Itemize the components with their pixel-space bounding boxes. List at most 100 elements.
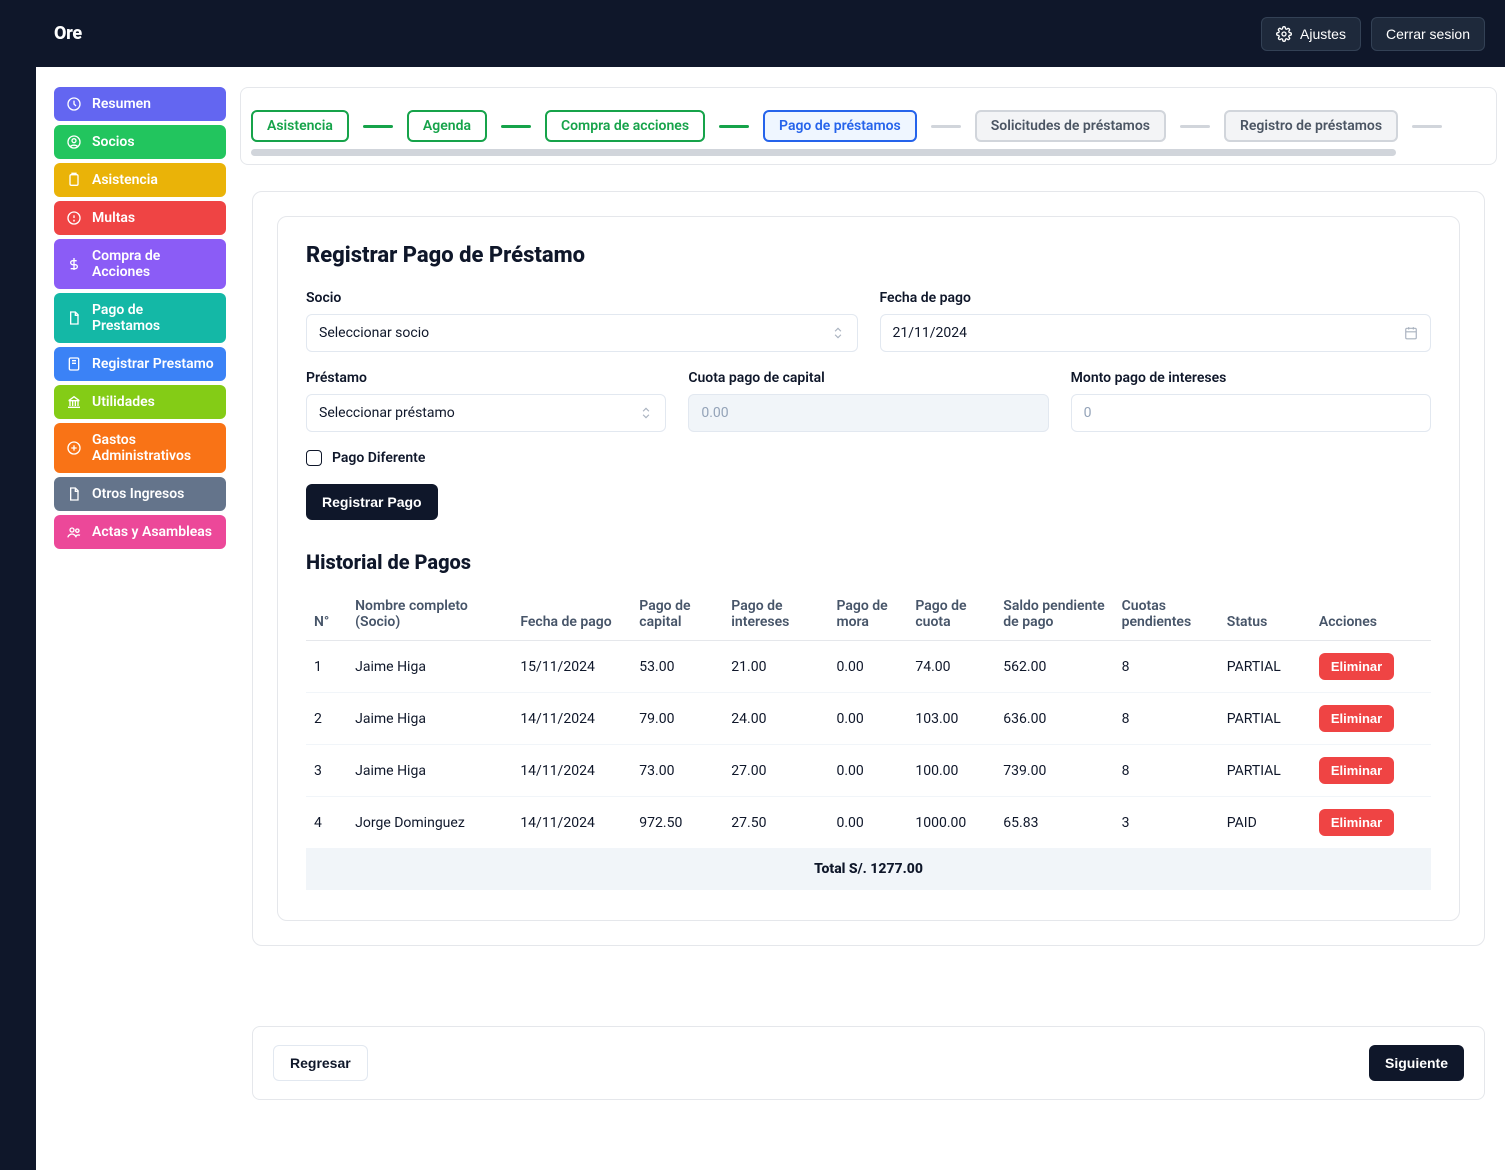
bank-icon xyxy=(66,394,82,410)
sidebar-item-actas-asambleas[interactable]: Actas y Asambleas xyxy=(54,515,226,549)
cell-capital: 73.00 xyxy=(631,745,723,797)
sidebar-item-label: Multas xyxy=(92,210,135,226)
cuota-placeholder: 0.00 xyxy=(701,405,728,421)
cell-mora: 0.00 xyxy=(828,745,907,797)
left-gutter xyxy=(0,0,36,1170)
sidebar-item-label: Pago de Prestamos xyxy=(92,302,214,334)
next-button[interactable]: Siguiente xyxy=(1369,1045,1464,1081)
registrar-pago-button[interactable]: Registrar Pago xyxy=(306,484,438,520)
col-nombre: Nombre completo (Socio) xyxy=(347,588,512,641)
sidebar-item-label: Otros Ingresos xyxy=(92,486,184,502)
stepper-scrollbar[interactable] xyxy=(251,149,1396,156)
sidebar-item-otros-ingresos[interactable]: Otros Ingresos xyxy=(54,477,226,511)
cell-saldo: 739.00 xyxy=(995,745,1113,797)
back-button[interactable]: Regresar xyxy=(273,1045,368,1081)
cell-cuota: 74.00 xyxy=(907,641,995,693)
step-future[interactable]: Solicitudes de préstamos xyxy=(975,110,1166,142)
cell-cuotas: 8 xyxy=(1114,693,1219,745)
prestamo-select[interactable]: Seleccionar préstamo xyxy=(306,394,666,432)
history-table: N° Nombre completo (Socio) Fecha de pago… xyxy=(306,588,1431,890)
cell-fecha: 14/11/2024 xyxy=(512,745,631,797)
col-mora: Pago de mora xyxy=(828,588,907,641)
cell-nombre: Jorge Dominguez xyxy=(347,797,512,849)
document-icon xyxy=(66,310,82,326)
dashboard-icon xyxy=(66,96,82,112)
cell-cuotas: 8 xyxy=(1114,641,1219,693)
sidebar-item-label: Socios xyxy=(92,134,135,150)
step-active[interactable]: Pago de préstamos xyxy=(763,110,917,142)
cell-nombre: Jaime Higa xyxy=(347,745,512,797)
sidebar-item-asistencia[interactable]: Asistencia xyxy=(54,163,226,197)
cell-fecha: 15/11/2024 xyxy=(512,641,631,693)
step-done[interactable]: Agenda xyxy=(407,110,487,142)
cell-cuota: 103.00 xyxy=(907,693,995,745)
alert-icon xyxy=(66,210,82,226)
delete-button[interactable]: Eliminar xyxy=(1319,653,1394,680)
sidebar-item-label: Gastos Administrativos xyxy=(92,432,214,464)
sidebar-item-multas[interactable]: Multas xyxy=(54,201,226,235)
delete-button[interactable]: Eliminar xyxy=(1319,705,1394,732)
sidebar-item-gastos-admin[interactable]: Gastos Administrativos xyxy=(54,423,226,473)
sidebar-item-registrar-prestamo[interactable]: Registrar Prestamo xyxy=(54,347,226,381)
stepper-connector xyxy=(1412,125,1442,128)
cell-fecha: 14/11/2024 xyxy=(512,797,631,849)
chevrons-up-down-icon xyxy=(831,326,845,340)
pago-diferente-label: Pago Diferente xyxy=(332,450,425,466)
interes-input[interactable]: 0 xyxy=(1071,394,1431,432)
sidebar-item-utilidades[interactable]: Utilidades xyxy=(54,385,226,419)
sidebar-item-resumen[interactable]: Resumen xyxy=(54,87,226,121)
stepper: Asistencia Agenda Compra de acciones Pago d… xyxy=(251,110,1486,142)
cell-actions: Eliminar xyxy=(1311,693,1431,745)
cell-intereses: 21.00 xyxy=(723,641,828,693)
settings-button[interactable]: Ajustes xyxy=(1261,17,1361,51)
sidebar-item-compra-acciones[interactable]: Compra de Acciones xyxy=(54,239,226,289)
socio-select[interactable]: Seleccionar socio xyxy=(306,314,858,352)
col-fecha: Fecha de pago xyxy=(512,588,631,641)
step-future[interactable]: Registro de préstamos xyxy=(1224,110,1398,142)
delete-button[interactable]: Eliminar xyxy=(1319,757,1394,784)
cell-status: PARTIAL xyxy=(1219,641,1311,693)
loan-payment-inner: Registrar Pago de Préstamo Socio Selecci… xyxy=(277,216,1460,921)
cell-mora: 0.00 xyxy=(828,641,907,693)
interes-placeholder: 0 xyxy=(1084,405,1092,421)
gear-icon xyxy=(1276,26,1292,42)
sidebar-item-socios[interactable]: Socios xyxy=(54,125,226,159)
col-capital: Pago de capital xyxy=(631,588,723,641)
stepper-connector xyxy=(363,125,393,128)
step-done[interactable]: Compra de acciones xyxy=(545,110,705,142)
fecha-label: Fecha de pago xyxy=(880,290,1432,306)
cuota-label: Cuota pago de capital xyxy=(688,370,1048,386)
interes-label: Monto pago de intereses xyxy=(1071,370,1431,386)
cell-saldo: 65.83 xyxy=(995,797,1113,849)
col-n: N° xyxy=(306,588,347,641)
pago-diferente-checkbox[interactable] xyxy=(306,450,322,466)
chevrons-up-down-icon xyxy=(639,406,653,420)
col-intereses: Pago de intereses xyxy=(723,588,828,641)
delete-button[interactable]: Eliminar xyxy=(1319,809,1394,836)
step-done[interactable]: Asistencia xyxy=(251,110,349,142)
sidebar-item-label: Utilidades xyxy=(92,394,155,410)
users-icon xyxy=(66,524,82,540)
logout-button-label: Cerrar sesion xyxy=(1386,26,1470,42)
book-icon xyxy=(66,356,82,372)
sidebar-item-pago-prestamos[interactable]: Pago de Prestamos xyxy=(54,293,226,343)
cell-n: 2 xyxy=(306,693,347,745)
cell-intereses: 27.00 xyxy=(723,745,828,797)
logout-button[interactable]: Cerrar sesion xyxy=(1371,17,1485,51)
plus-circle-icon xyxy=(66,440,82,456)
cell-capital: 79.00 xyxy=(631,693,723,745)
cell-nombre: Jaime Higa xyxy=(347,693,512,745)
col-acciones: Acciones xyxy=(1311,588,1431,641)
cell-n: 1 xyxy=(306,641,347,693)
table-row: 3Jaime Higa14/11/202473.0027.000.00100.0… xyxy=(306,745,1431,797)
col-cuotas: Cuotas pendientes xyxy=(1114,588,1219,641)
history-title: Historial de Pagos xyxy=(306,550,1431,574)
cell-status: PARTIAL xyxy=(1219,693,1311,745)
cell-saldo: 636.00 xyxy=(995,693,1113,745)
fecha-value: 21/11/2024 xyxy=(893,325,968,341)
stepper-connector xyxy=(1180,125,1210,128)
calendar-icon xyxy=(1404,326,1418,340)
fecha-input[interactable]: 21/11/2024 xyxy=(880,314,1432,352)
next-button-label: Siguiente xyxy=(1385,1055,1448,1071)
cell-status: PARTIAL xyxy=(1219,745,1311,797)
